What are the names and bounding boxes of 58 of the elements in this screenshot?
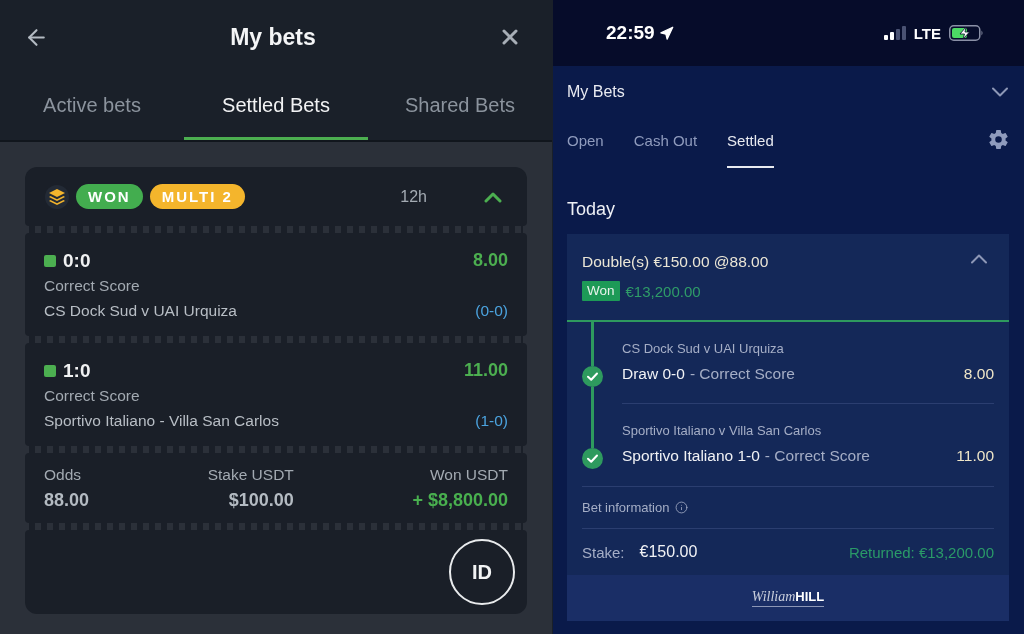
location-arrow-icon <box>658 25 674 41</box>
tab[interactable]: Active bets <box>0 74 184 140</box>
selection-pick: 1:0 <box>63 359 91 382</box>
event-name: CS Dock Sud v UAI Urquiza <box>622 341 784 357</box>
settings-icon[interactable] <box>988 129 1009 150</box>
network-type: LTE <box>913 24 941 42</box>
status-pill: MULTI 2 <box>149 184 245 209</box>
selection-odds: 11.00 <box>463 360 508 381</box>
date-heading: Today <box>567 198 616 220</box>
summary-label: Stake USDT <box>207 465 294 485</box>
chevron-down-icon[interactable] <box>992 87 1008 97</box>
clock-time: 22:59 <box>606 22 655 44</box>
chevron-up-icon[interactable] <box>971 254 987 264</box>
status-square-icon <box>44 254 56 267</box>
market-name: Correct Score <box>44 386 140 405</box>
tab[interactable]: Open <box>567 118 604 168</box>
event-name: Sportivo Italiano v Villa San Carlos <box>622 423 822 439</box>
event-name: CS Dock Sud v UAI Urquiza <box>44 301 237 320</box>
battery-charging-icon <box>949 25 984 41</box>
id-button[interactable]: ID <box>449 539 515 605</box>
tab[interactable]: Settled <box>727 118 774 168</box>
stake-amount: €150.00 <box>639 543 698 561</box>
market-name: - Correct Score <box>764 447 870 465</box>
bet-title: Double(s) €150.00 @88.00 <box>582 253 769 271</box>
time-ago: 12h <box>400 187 427 206</box>
tab[interactable]: Settled Bets <box>184 74 368 140</box>
layers-icon <box>45 184 69 209</box>
summary-value: + $8,800.00 <box>412 489 508 512</box>
summary-label: Won USDT <box>429 465 508 485</box>
summary-value: 88.00 <box>44 489 90 512</box>
selection-pick: 0:0 <box>63 249 91 272</box>
returned-amount: Returned: €13,200.00 <box>848 543 994 561</box>
tab[interactable]: Cash Out <box>633 118 698 168</box>
final-score: (1-0) <box>475 411 508 430</box>
info-icon[interactable] <box>675 501 689 514</box>
selection-name: Sportivo Italiano 1-0 <box>622 447 760 465</box>
bet-info-label[interactable]: Bet information <box>582 500 670 515</box>
page-title: My bets <box>230 23 316 51</box>
status-square-icon <box>44 364 56 377</box>
caret-up-icon[interactable] <box>484 190 502 203</box>
selection-odds: 8.00 <box>963 365 994 383</box>
selection-name: Draw 0-0 <box>622 365 685 383</box>
market-name: Correct Score <box>44 276 140 295</box>
selection-odds: 11.00 <box>956 447 994 465</box>
summary-label: Odds <box>44 465 82 485</box>
market-name: - Correct Score <box>689 365 795 383</box>
summary-value: $100.00 <box>228 489 294 512</box>
status-pill: WON <box>76 184 143 209</box>
selection-odds: 8.00 <box>472 250 508 271</box>
stake-label: Stake: <box>582 543 625 561</box>
payout-amount: €13,200.00 <box>625 282 701 300</box>
section-title: My Bets <box>567 83 625 101</box>
tab[interactable]: Shared Bets <box>368 74 552 140</box>
final-score: (0-0) <box>475 301 508 320</box>
signal-icon <box>883 26 906 40</box>
status-badge: Won <box>582 281 620 301</box>
event-name: Sportivo Italiano - Villa San Carlos <box>44 411 279 430</box>
brand-logo: WilliamHILL <box>751 589 825 607</box>
